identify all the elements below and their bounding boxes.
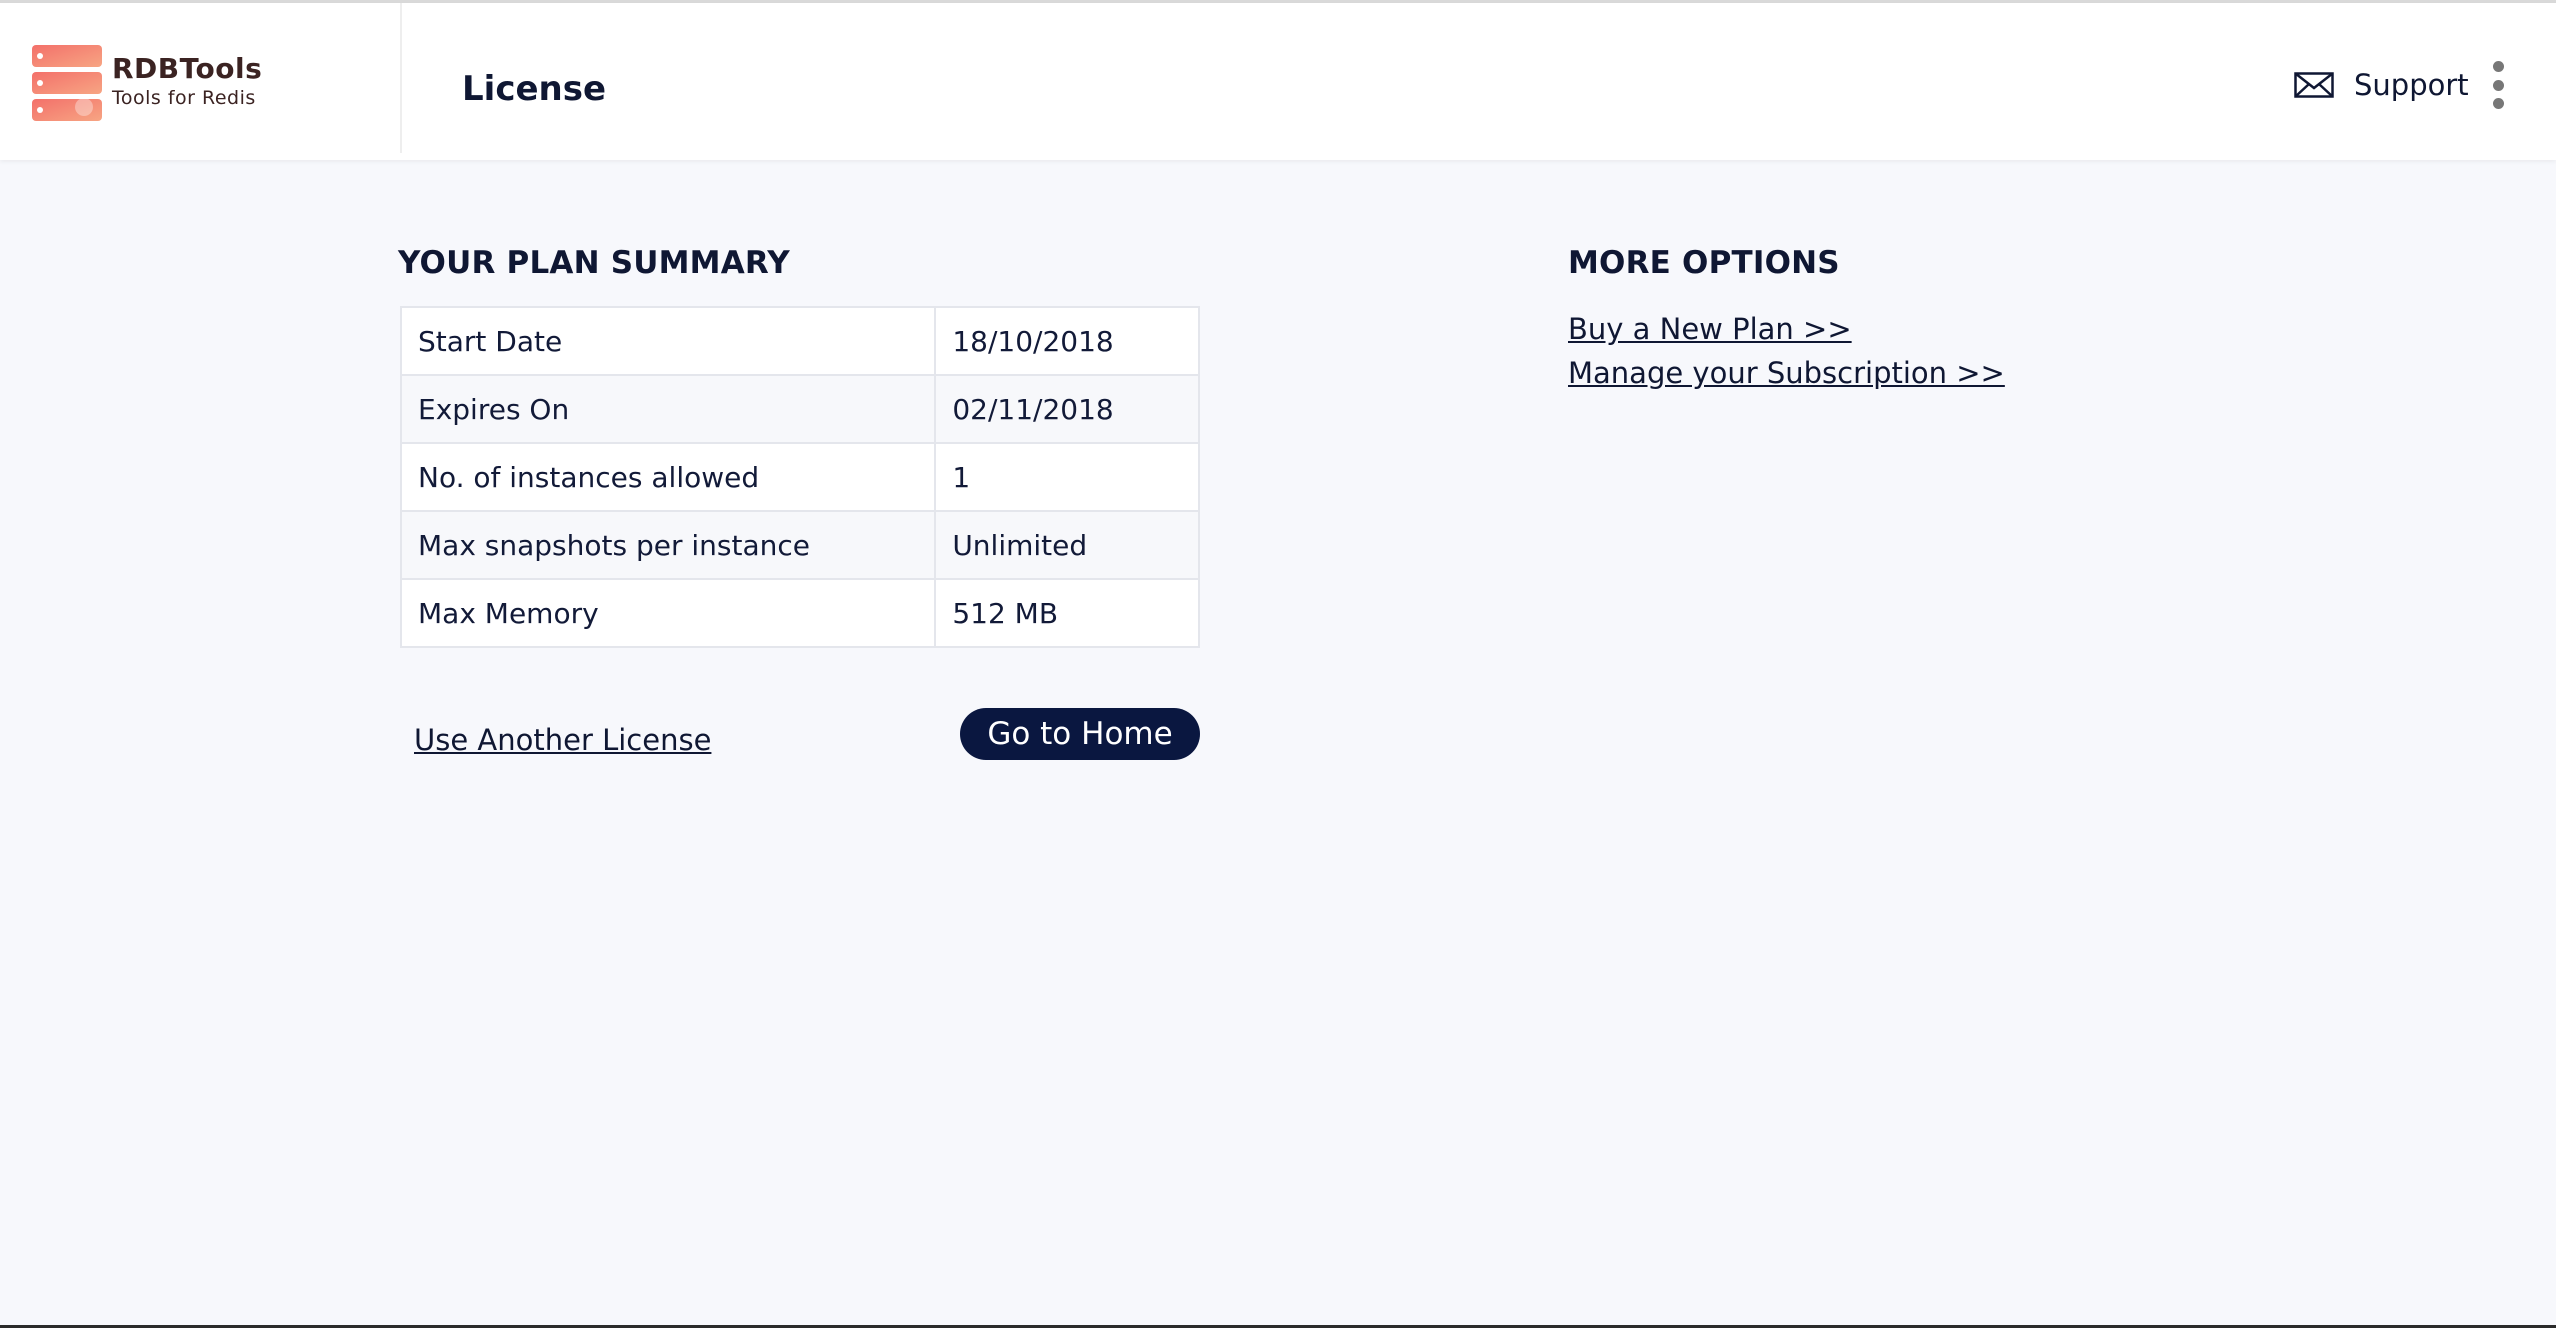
buy-new-plan-link[interactable]: Buy a New Plan >> [1568, 312, 1852, 346]
table-row: Max Memory 512 MB [399, 578, 1200, 648]
kebab-dot [2492, 98, 2504, 109]
envelope-icon [2294, 72, 2334, 98]
brand[interactable]: RDBTools Tools for Redis [0, 3, 402, 153]
table-row: Max snapshots per instance Unlimited [399, 510, 1200, 580]
row-value: 02/11/2018 [934, 374, 1200, 444]
app-header: RDBTools Tools for Redis License Support [0, 3, 2556, 160]
plan-summary-title: YOUR PLAN SUMMARY [398, 245, 790, 281]
brand-name: RDBTools [112, 52, 263, 85]
support-link[interactable]: Support [2294, 65, 2469, 105]
row-label: Expires On [399, 374, 937, 444]
brand-tagline: Tools for Redis [112, 87, 256, 109]
server-stack-icon [32, 45, 102, 121]
table-row: Expires On 02/11/2018 [399, 374, 1200, 444]
plan-summary-table: Start Date 18/10/2018 Expires On 02/11/2… [399, 306, 1200, 648]
row-label: Max Memory [399, 578, 937, 648]
row-label: No. of instances allowed [399, 442, 937, 512]
kebab-menu-icon[interactable] [2484, 61, 2512, 109]
row-label: Max snapshots per instance [399, 510, 937, 580]
use-another-license-link[interactable]: Use Another License [414, 723, 711, 757]
row-value: Unlimited [934, 510, 1200, 580]
table-row: No. of instances allowed 1 [399, 442, 1200, 512]
go-to-home-button[interactable]: Go to Home [960, 708, 1200, 760]
row-value: 1 [934, 442, 1200, 512]
more-options-title: MORE OPTIONS [1568, 245, 1840, 281]
support-label: Support [2354, 68, 2469, 102]
table-row: Start Date 18/10/2018 [399, 306, 1200, 376]
row-value: 18/10/2018 [934, 306, 1200, 376]
manage-subscription-link[interactable]: Manage your Subscription >> [1568, 356, 2005, 390]
page-title: License [462, 69, 607, 109]
kebab-dot [2492, 79, 2504, 91]
kebab-dot [2492, 61, 2504, 72]
row-label: Start Date [399, 306, 937, 376]
row-value: 512 MB [934, 578, 1200, 648]
